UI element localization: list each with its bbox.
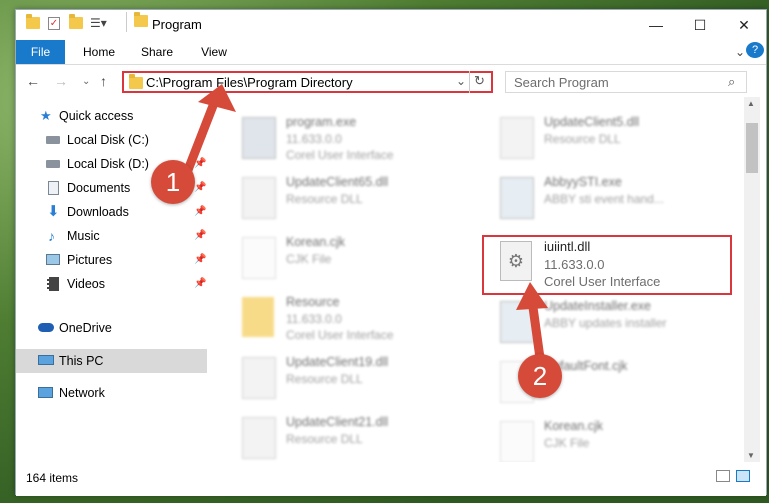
drive-icon <box>46 136 60 144</box>
search-input[interactable]: Search Program ⌕ <box>505 71 747 93</box>
exe-icon <box>500 301 534 343</box>
customize-qat-icon[interactable]: ☰▾ <box>90 16 107 30</box>
help-icon[interactable]: ? <box>746 42 764 58</box>
tab-share[interactable]: Share <box>134 40 180 64</box>
step-1-badge: 1 <box>151 160 195 204</box>
file-icon <box>242 237 276 279</box>
documents-icon <box>48 181 59 195</box>
step-2-badge: 2 <box>518 354 562 398</box>
file-item[interactable]: Korean.cjk CJK File <box>496 415 726 462</box>
pin-icon[interactable]: 📌 <box>194 272 206 296</box>
ribbon-tabs: File Home Share View ⌄ ? <box>16 40 766 96</box>
maximize-button[interactable]: ☐ <box>678 10 722 40</box>
nav-item-music[interactable]: ♪ Music 📌 <box>16 224 207 248</box>
folder-icon <box>26 14 40 29</box>
vertical-scrollbar[interactable]: ▲ ▼ <box>744 97 760 462</box>
address-bar[interactable]: C:\Program Files\Program Directory ⌄ ↻ <box>122 71 493 93</box>
cloud-icon <box>38 323 54 332</box>
status-bar: 164 items <box>16 462 766 496</box>
tab-view[interactable]: View <box>191 40 237 64</box>
nav-item-local-disk-c[interactable]: Local Disk (C:) 📌 <box>16 128 207 152</box>
explorer-window: ✓ ☰▾ Program — ☐ ✕ File Home Share View … <box>15 9 767 496</box>
search-placeholder: Search Program <box>514 75 609 90</box>
item-count: 164 items <box>26 471 79 485</box>
nav-item-onedrive[interactable]: OneDrive <box>16 316 207 340</box>
refresh-icon[interactable]: ↻ <box>474 73 485 89</box>
dll-icon <box>500 117 534 159</box>
pin-icon[interactable]: 📌 <box>194 128 206 152</box>
recent-dropdown-icon[interactable]: ⌄ <box>82 76 90 87</box>
minimize-button[interactable]: — <box>634 10 678 40</box>
pictures-icon <box>46 254 60 265</box>
file-item[interactable]: UpdateInstaller.exe ABBY updates install… <box>496 295 726 351</box>
tab-home[interactable]: Home <box>76 40 122 64</box>
drive-icon <box>46 160 60 168</box>
file-item[interactable]: UpdateClient21.dll Resource DLL <box>238 411 468 462</box>
address-divider <box>469 71 470 93</box>
search-icon[interactable]: ⌕ <box>728 74 735 90</box>
address-dropdown-icon[interactable]: ⌄ <box>456 74 466 88</box>
window-title: Program <box>152 17 202 32</box>
folder-icon <box>134 12 148 27</box>
pin-icon[interactable]: 📌 <box>194 200 206 224</box>
music-icon: ♪ <box>48 228 55 244</box>
nav-item-downloads[interactable]: ⬇ Downloads 📌 <box>16 200 207 224</box>
nav-item-videos[interactable]: Videos 📌 <box>16 272 207 296</box>
tiles-view-icon[interactable] <box>736 470 750 482</box>
file-item[interactable]: UpdateClient5.dll Resource DLL <box>496 111 726 167</box>
forward-arrow-icon[interactable]: → <box>54 73 68 89</box>
pin-icon[interactable]: 📌 <box>194 224 206 248</box>
folder-icon <box>242 297 274 337</box>
dll-icon <box>242 417 276 459</box>
scroll-down-icon[interactable]: ▼ <box>747 451 755 460</box>
star-icon: ★ <box>40 108 52 123</box>
pin-icon[interactable]: 📌 <box>194 248 206 272</box>
file-item[interactable]: UpdateClient65.dll Resource DLL <box>238 171 468 227</box>
exe-icon <box>242 117 276 159</box>
properties-icon[interactable]: ✓ <box>48 17 60 30</box>
file-item[interactable]: AbbyySTI.exe ABBY sti event hand... <box>496 171 726 227</box>
nav-item-this-pc[interactable]: This PC <box>16 349 207 373</box>
nav-item-pictures[interactable]: Pictures 📌 <box>16 248 207 272</box>
file-icon <box>500 421 534 462</box>
title-bar: ✓ ☰▾ Program — ☐ ✕ <box>16 10 766 40</box>
up-arrow-icon[interactable]: ↑ <box>100 73 107 89</box>
pin-icon[interactable]: 📌 <box>194 176 206 200</box>
details-view-icon[interactable] <box>716 470 730 482</box>
nav-item-quick-access[interactable]: ★ Quick access <box>16 104 207 128</box>
scroll-up-icon[interactable]: ▲ <box>747 99 755 108</box>
new-folder-icon[interactable] <box>69 14 83 29</box>
file-item[interactable]: UpdateClient19.dll Resource DLL <box>238 351 468 407</box>
back-arrow-icon[interactable]: ← <box>26 73 40 89</box>
folder-icon <box>129 74 143 89</box>
address-path: C:\Program Files\Program Directory <box>146 75 353 90</box>
network-icon <box>38 387 53 398</box>
navigation-pane: ★ Quick access Local Disk (C:) 📌 Local D… <box>16 97 207 462</box>
file-item[interactable]: Korean.cjk CJK File <box>238 231 468 287</box>
file-item[interactable]: Resource 11.633.0.0 Corel User Interface <box>238 291 468 347</box>
pc-icon <box>38 355 54 365</box>
dll-icon <box>242 357 276 399</box>
file-highlight-box <box>482 235 732 295</box>
close-button[interactable]: ✕ <box>722 10 766 40</box>
navigation-bar: ← → ⌄ ↑ C:\Program Files\Program Directo… <box>16 65 766 97</box>
videos-icon <box>47 277 59 291</box>
scrollbar-thumb[interactable] <box>746 123 758 173</box>
title-divider <box>126 12 127 32</box>
file-item[interactable]: program.exe 11.633.0.0 Corel User Interf… <box>238 111 468 167</box>
dll-icon <box>242 177 276 219</box>
pin-icon[interactable]: 📌 <box>194 152 206 176</box>
download-icon: ⬇ <box>47 203 60 220</box>
exe-icon <box>500 177 534 219</box>
nav-item-network[interactable]: Network <box>16 381 207 405</box>
